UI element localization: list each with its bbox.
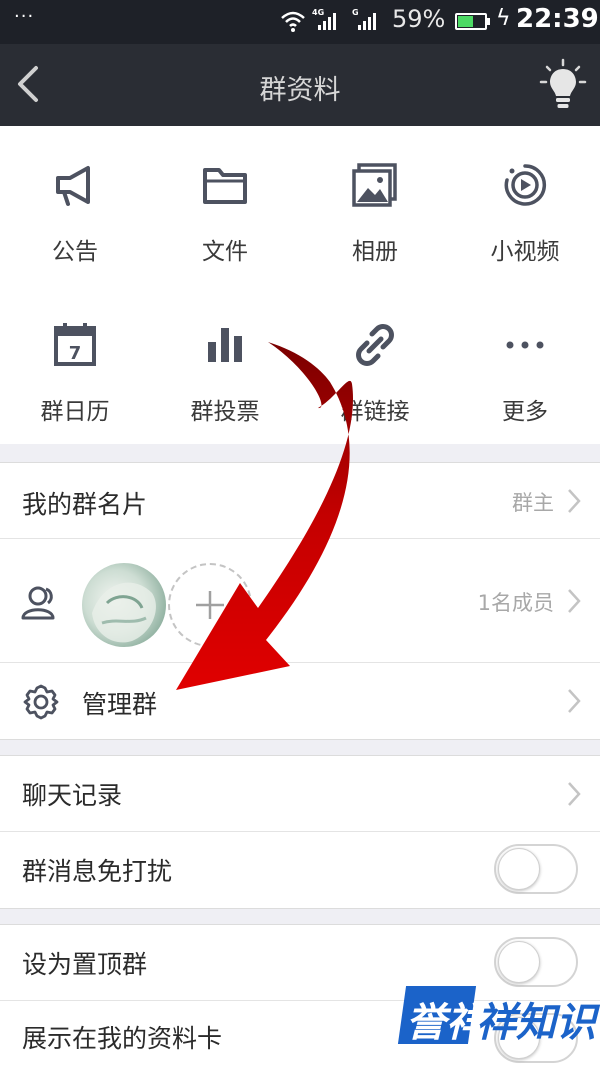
notification-dots: ··· <box>14 6 35 27</box>
photo-album-icon <box>352 163 397 207</box>
charging-icon: ϟ <box>496 6 511 31</box>
dnd-label: 群消息免打扰 <box>22 857 173 886</box>
members-row[interactable]: 1名成员 <box>0 539 600 663</box>
profile-card-label: 展示在我的资料卡 <box>22 1024 223 1053</box>
calendar-icon: 7 <box>54 323 96 366</box>
feature-label: 公告 <box>52 239 98 265</box>
manage-group-row[interactable]: 管理群 <box>0 663 600 739</box>
feature-grid: 公告 文件 相册 小视频 7 群日历 群投票 群链接 更多 <box>0 126 600 444</box>
add-member-button[interactable] <box>168 563 252 647</box>
page-title: 群资料 <box>259 75 341 106</box>
feature-announcement[interactable]: 公告 <box>0 126 150 276</box>
video-icon <box>504 164 547 206</box>
feature-more[interactable]: 更多 <box>450 286 600 436</box>
group-section: 我的群名片 群主 1名成员 管理群 <box>0 462 600 740</box>
feature-album[interactable]: 相册 <box>300 126 450 276</box>
member-avatar[interactable] <box>82 563 166 647</box>
link-icon <box>356 324 394 366</box>
clock: 22:39 <box>516 4 599 34</box>
pin-label: 设为置顶群 <box>22 950 148 979</box>
feature-label: 群日历 <box>40 399 110 425</box>
gear-icon <box>23 684 59 720</box>
bar-chart-icon <box>208 328 242 362</box>
chevron-right-icon <box>568 782 581 806</box>
feature-label: 小视频 <box>490 239 560 265</box>
feature-calendar[interactable]: 7 群日历 <box>0 286 150 436</box>
chevron-right-icon <box>568 589 581 613</box>
feature-label: 文件 <box>202 239 248 265</box>
feature-vote[interactable]: 群投票 <box>150 286 300 436</box>
toggle-knob <box>498 941 540 983</box>
feature-label: 相册 <box>352 239 398 265</box>
chat-history-row[interactable]: 聊天记录 <box>0 756 600 832</box>
group-card-value: 群主 <box>512 491 554 515</box>
signal-icon-2: G <box>352 8 382 32</box>
battery-percent: 59% <box>392 5 446 33</box>
wifi-icon <box>281 11 305 32</box>
watermark-logo: 誉祥 祥知识 <box>397 984 600 1048</box>
pin-toggle[interactable] <box>494 937 578 987</box>
nav-bar: 群资料 <box>0 44 600 126</box>
chat-section: 聊天记录 群消息免打扰 <box>0 755 600 909</box>
feature-label: 群链接 <box>340 399 410 425</box>
dnd-toggle[interactable] <box>494 844 578 894</box>
lightbulb-icon[interactable] <box>538 58 588 112</box>
status-bar: ··· 4G G 59% ϟ 22:39 <box>0 0 600 44</box>
feature-short-video[interactable]: 小视频 <box>450 126 600 276</box>
feature-link[interactable]: 群链接 <box>300 286 450 436</box>
plus-icon <box>196 591 224 619</box>
manage-group-label: 管理群 <box>82 690 158 719</box>
watermark-text-2: 祥知识 <box>476 1000 596 1046</box>
group-card-label: 我的群名片 <box>22 490 148 519</box>
folder-icon <box>203 168 247 204</box>
chat-history-label: 聊天记录 <box>22 781 123 810</box>
dnd-row: 群消息免打扰 <box>0 832 600 908</box>
feature-files[interactable]: 文件 <box>150 126 300 276</box>
watermark-text-1: 誉祥 <box>406 1000 486 1046</box>
signal-icon: 4G <box>312 8 342 32</box>
chevron-right-icon <box>568 489 581 513</box>
calendar-day: 7 <box>69 343 82 364</box>
more-dots-icon <box>506 341 544 349</box>
battery-icon <box>455 13 490 30</box>
group-card-row[interactable]: 我的群名片 群主 <box>0 463 600 539</box>
feature-label: 群投票 <box>190 399 260 425</box>
megaphone-icon <box>56 166 90 206</box>
member-count: 1名成员 <box>477 591 554 615</box>
avatar-image <box>92 582 156 643</box>
feature-label: 更多 <box>502 399 548 425</box>
toggle-knob <box>498 848 540 890</box>
members-icon <box>21 586 55 620</box>
chevron-right-icon <box>568 689 581 713</box>
